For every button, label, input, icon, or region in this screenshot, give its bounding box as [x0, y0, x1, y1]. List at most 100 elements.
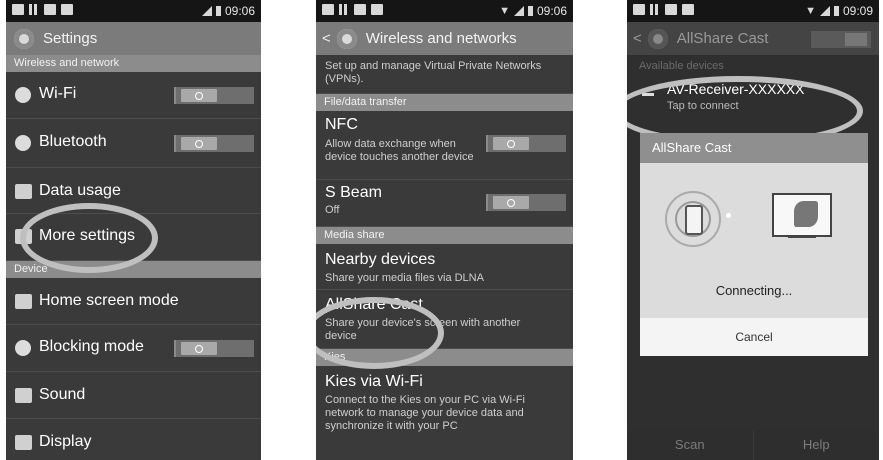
display-label: Display: [39, 433, 92, 450]
available-devices-header: Available devices: [639, 60, 724, 72]
nfc-label: NFC: [325, 116, 358, 133]
connecting-dialog: AllShare Cast Connecting... Cancel: [640, 133, 868, 356]
dialog-body: Connecting...: [640, 163, 868, 318]
notification-icons: [322, 4, 383, 18]
signal-rings-icon: [665, 191, 721, 247]
settings-item-bluetooth[interactable]: Bluetooth: [6, 119, 261, 168]
status-time: 09:06: [224, 4, 255, 18]
cancel-button[interactable]: Cancel: [640, 318, 868, 356]
bottom-action-bar: Scan Help: [627, 430, 879, 460]
connection-dot-icon: [726, 213, 731, 218]
home-screen-icon: [15, 294, 32, 309]
blocking-toggle[interactable]: [174, 340, 254, 357]
settings-item-sound[interactable]: Sound: [6, 372, 261, 419]
connecting-text: Connecting...: [715, 283, 793, 298]
wifi-toggle[interactable]: [174, 87, 254, 104]
nearby-devices-description: Share your media files via DLNA: [325, 272, 484, 284]
dialog-title: AllShare Cast: [640, 133, 868, 163]
blocking-label: Blocking mode: [39, 338, 144, 355]
battery-icon: [527, 6, 533, 16]
help-button[interactable]: Help: [752, 430, 880, 460]
media-icon: [61, 4, 73, 15]
section-file-transfer: File/data transfer: [316, 94, 573, 111]
allshare-cast-screen: ▼ 09:09 < AllShare Cast Available device…: [627, 0, 879, 460]
settings-screen: 09:06 Settings Wireless and network Wi-F…: [6, 0, 261, 460]
document-icon: [665, 4, 677, 15]
settings-gear-icon: [336, 28, 357, 49]
section-media-share: Media share: [316, 227, 573, 244]
kies-wifi-item[interactable]: Kies via Wi-Fi Connect to the Kies on yo…: [316, 366, 573, 446]
settings-item-data-usage[interactable]: Data usage: [6, 168, 261, 214]
image-icon: [12, 4, 24, 15]
notification-icons: [12, 4, 73, 18]
section-wireless: Wireless and network: [6, 55, 261, 72]
bluetooth-toggle[interactable]: [174, 135, 254, 152]
s-beam-toggle[interactable]: [486, 194, 566, 211]
wifi-label: Wi-Fi: [39, 85, 77, 102]
settings-item-home-screen[interactable]: Home screen mode: [6, 278, 261, 325]
data-usage-label: Data usage: [39, 182, 121, 199]
scan-button[interactable]: Scan: [627, 430, 753, 460]
tv-icon: [772, 193, 832, 237]
wifi-icon: [15, 87, 31, 103]
nfc-item[interactable]: NFC Allow data exchange when device touc…: [316, 111, 573, 180]
media-icon: [682, 4, 694, 15]
home-screen-label: Home screen mode: [39, 292, 179, 309]
battery-icon: [833, 6, 839, 16]
tv-stand-icon: [788, 235, 816, 238]
highlight-circle: [20, 203, 158, 273]
document-icon: [44, 4, 56, 15]
blocking-icon: [15, 340, 31, 356]
document-icon: [354, 4, 366, 15]
page-title: AllShare Cast: [676, 30, 769, 47]
back-arrow-icon[interactable]: <: [633, 30, 642, 47]
allshare-toggle[interactable]: [811, 31, 871, 48]
settings-gear-icon: [14, 28, 34, 49]
title-bar: Settings: [6, 22, 261, 55]
nearby-devices-label: Nearby devices: [325, 251, 436, 268]
title-bar[interactable]: < AllShare Cast: [627, 22, 879, 55]
s-beam-status: Off: [325, 204, 340, 216]
display-icon: [15, 435, 32, 450]
bluetooth-icon: [15, 135, 31, 151]
kies-wifi-description: Connect to the Kies on your PC via Wi-Fi…: [325, 394, 525, 432]
data-usage-icon: [15, 184, 32, 199]
nfc-toggle[interactable]: [486, 135, 566, 152]
status-bar: ▼ 09:06: [316, 0, 573, 22]
settings-item-blocking[interactable]: Blocking mode: [6, 325, 261, 372]
status-time: 09:06: [536, 4, 567, 18]
sound-label: Sound: [39, 386, 86, 403]
settings-item-wifi[interactable]: Wi-Fi: [6, 72, 261, 119]
pause-icon: [339, 4, 349, 18]
notification-icons: [633, 4, 694, 18]
wireless-networks-screen: ▼ 09:06 < Wireless and networks Set up a…: [316, 0, 573, 460]
image-icon: [633, 4, 645, 15]
bluetooth-label: Bluetooth: [39, 133, 107, 150]
battery-icon: [215, 6, 221, 16]
pause-icon: [29, 4, 39, 18]
signal-icon: [819, 6, 830, 16]
phone-icon: [685, 205, 703, 235]
status-bar: ▼ 09:09: [627, 0, 879, 22]
media-icon: [371, 4, 383, 15]
vpn-description: Set up and manage Virtual Private Networ…: [325, 60, 542, 85]
page-title: Wireless and networks: [365, 30, 517, 47]
wifi-status-icon: ▼: [805, 5, 816, 17]
nearby-devices-item[interactable]: Nearby devices Share your media files vi…: [316, 244, 573, 290]
kies-wifi-label: Kies via Wi-Fi: [325, 373, 423, 390]
signal-icon: [201, 6, 212, 16]
status-time: 09:09: [842, 4, 873, 18]
s-beam-label: S Beam: [325, 184, 382, 201]
sound-icon: [15, 388, 32, 403]
status-bar: 09:06: [6, 0, 261, 22]
back-arrow-icon[interactable]: <: [322, 30, 331, 47]
settings-item-display[interactable]: Display: [6, 419, 261, 460]
butterfly-icon: [794, 201, 818, 227]
nfc-description: Allow data exchange when device touches …: [325, 138, 474, 163]
wifi-status-icon: ▼: [499, 5, 510, 17]
signal-icon: [513, 6, 524, 16]
page-title: Settings: [43, 30, 98, 47]
title-bar[interactable]: < Wireless and networks: [316, 22, 573, 55]
s-beam-item[interactable]: S Beam Off: [316, 180, 573, 227]
vpn-item[interactable]: Set up and manage Virtual Private Networ…: [316, 55, 573, 94]
